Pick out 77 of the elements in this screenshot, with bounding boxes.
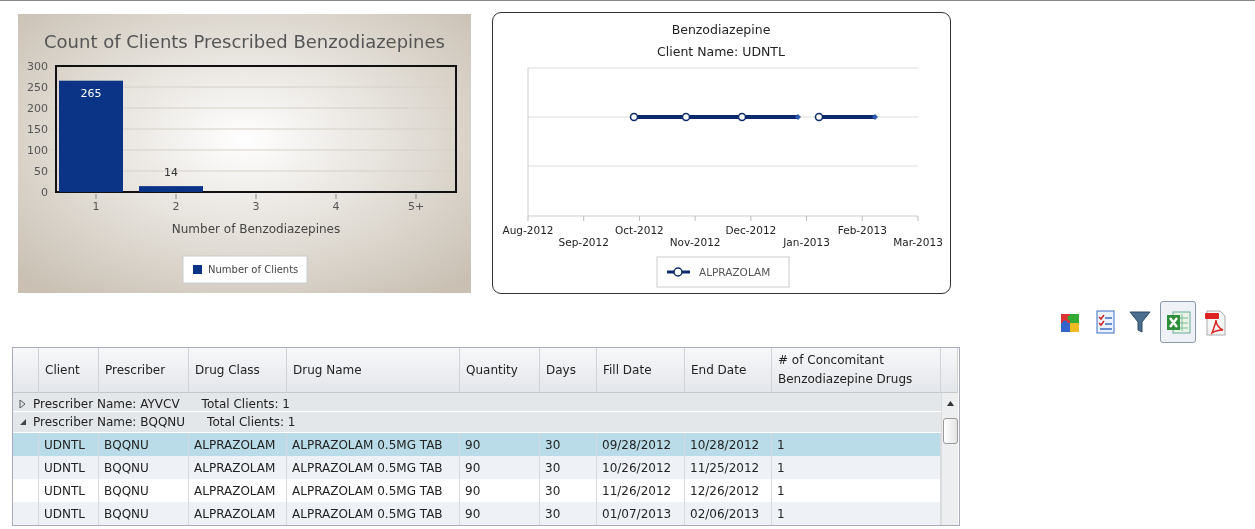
toolbar-button[interactable]: [1160, 300, 1196, 343]
axis-tick-label: 2: [172, 200, 180, 213]
group-count: Total Clients: 1: [207, 415, 296, 429]
group-count: Total Clients: 1: [201, 397, 290, 411]
scroll-up-arrow-icon[interactable]: [947, 401, 954, 406]
scrollbar[interactable]: [941, 393, 958, 525]
legend-label: Number of Clients: [208, 264, 299, 275]
table-cell: 09/28/2012: [597, 433, 685, 456]
table-cell: 30: [540, 433, 597, 456]
axis-tick-label: 50: [34, 165, 48, 178]
column-header[interactable]: Quantity: [460, 348, 540, 393]
axis-tick-label: 3: [252, 200, 260, 213]
chart-subtitle: Client Name: UDNTL: [657, 44, 785, 59]
table-cell: ALPRAZOLAM: [189, 502, 287, 525]
axis-tick-label: 150: [27, 123, 48, 136]
header-filler: [941, 348, 958, 393]
table-cell: 1: [772, 456, 941, 479]
axis-tick-label: Sep-2012: [558, 236, 609, 248]
expand-arrow-icon[interactable]: [19, 400, 27, 408]
table-cell: 10/26/2012: [597, 456, 685, 479]
column-header[interactable]: Prescriber: [99, 348, 189, 393]
axis-tick-label: Jan-2013: [783, 236, 830, 248]
axis-title: Number of Benzodiazepines: [171, 222, 341, 236]
axis-tick-label: 250: [27, 81, 48, 94]
axis-tick-label: Nov-2012: [669, 236, 721, 248]
table-cell: 11/25/2012: [685, 456, 772, 479]
table-cell: 02/06/2013: [685, 502, 772, 525]
table-cell: 01/07/2013: [597, 502, 685, 525]
scrollbar-thumb[interactable]: [943, 418, 958, 444]
column-header[interactable]: Client: [39, 348, 99, 393]
axis-tick-label: 300: [27, 60, 48, 73]
axis-tick-label: Feb-2013: [837, 224, 887, 236]
group-label: Prescriber Name: AYVCV: [33, 397, 180, 411]
column-header[interactable]: Drug Name: [287, 348, 460, 393]
axis-tick-label: Mar-2013: [893, 236, 943, 248]
table-cell: 90: [460, 433, 540, 456]
table-cell: BQQNU: [99, 502, 189, 525]
column-header[interactable]: End Date: [685, 348, 772, 393]
chart-title: Benzodiazepine: [671, 22, 771, 37]
legend-line-icon: [667, 267, 690, 277]
legend-label: ALPRAZOLAM: [699, 266, 771, 278]
collapse-arrow-icon[interactable]: [19, 418, 27, 426]
table-cell: UDNTL: [39, 502, 99, 525]
chart-title: Count of Clients Prescribed Benzodiazepines: [44, 31, 445, 52]
table-cell: 90: [460, 456, 540, 479]
header-corner: [13, 348, 39, 393]
axis-tick-label: 1: [92, 200, 100, 213]
table-cell: 1: [772, 502, 941, 525]
axis-tick-label: 0: [41, 186, 48, 199]
table-cell: ALPRAZOLAM: [189, 456, 287, 479]
bar-value-label: 14: [164, 166, 178, 180]
column-header[interactable]: Fill Date: [597, 348, 685, 393]
axis-tick-label: 5+: [407, 200, 425, 213]
table-cell: ALPRAZOLAM 0.5MG TAB: [287, 433, 460, 456]
axis-tick-label: 200: [27, 102, 48, 115]
table-cell: 30: [540, 502, 597, 525]
axis-tick-label: 100: [27, 144, 48, 157]
table-cell: UDNTL: [39, 433, 99, 456]
table-cell: ALPRAZOLAM 0.5MG TAB: [287, 456, 460, 479]
table-cell: BQQNU: [99, 433, 189, 456]
table-cell: UDNTL: [39, 456, 99, 479]
table-cell: BQQNU: [99, 456, 189, 479]
axis-tick-label: 4: [332, 200, 340, 213]
table-cell: ALPRAZOLAM 0.5MG TAB: [287, 502, 460, 525]
group-label: Prescriber Name: BQQNU: [33, 415, 186, 429]
table-cell: 30: [540, 456, 597, 479]
table-cell: 90: [460, 502, 540, 525]
column-header[interactable]: Drug Class: [189, 348, 287, 393]
axis-tick-label: Dec-2012: [725, 224, 777, 236]
bar-value-label: 265: [80, 86, 102, 100]
column-header[interactable]: Days: [540, 348, 597, 393]
axis-tick-label: Aug-2012: [502, 224, 554, 236]
axis-tick-label: Oct-2012: [615, 224, 664, 236]
column-header[interactable]: # of Concomitant Benzodiazepine Drugs: [772, 348, 941, 393]
table-cell: 1: [772, 433, 941, 456]
table-cell: ALPRAZOLAM: [189, 433, 287, 456]
table-cell: 10/28/2012: [685, 433, 772, 456]
